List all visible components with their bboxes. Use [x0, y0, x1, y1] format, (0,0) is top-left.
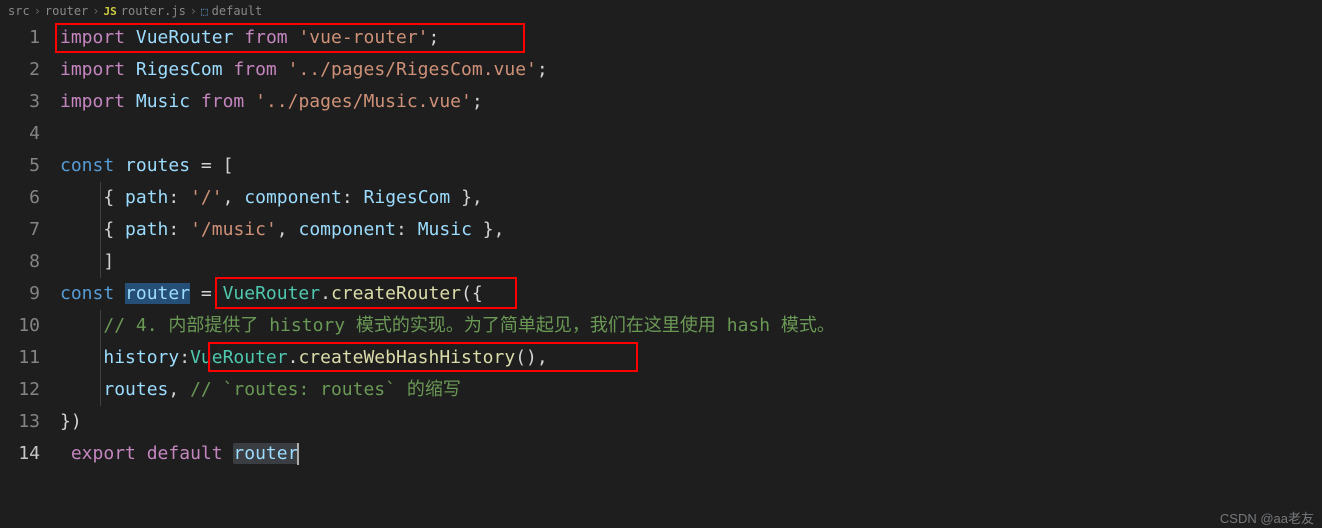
line-number-gutter: 1 2 3 4 5 6 7 8 9 10 11 12 13 14 [0, 22, 60, 470]
code-line[interactable]: const router = VueRouter.createRouter({ [60, 278, 1322, 310]
code-line[interactable]: const routes = [ [60, 150, 1322, 182]
watermark: CSDN @aa老友 [1220, 508, 1314, 527]
code-line[interactable] [60, 118, 1322, 150]
symbol-icon: ⬚ [201, 5, 208, 18]
code-line[interactable]: // 4. 内部提供了 history 模式的实现。为了简单起见，我们在这里使用… [60, 310, 1322, 342]
code-editor[interactable]: 1 2 3 4 5 6 7 8 9 10 11 12 13 14 import … [0, 22, 1322, 470]
chevron-right-icon: › [92, 4, 99, 18]
code-line[interactable]: { path: '/', component: RigesCom }, [60, 182, 1322, 214]
breadcrumb[interactable]: src › router › JS router.js › ⬚ default [0, 0, 1322, 22]
code-line[interactable]: ] [60, 246, 1322, 278]
code-content[interactable]: import VueRouter from 'vue-router'; impo… [60, 22, 1322, 470]
breadcrumb-src[interactable]: src [8, 4, 30, 18]
line-number: 4 [0, 118, 40, 150]
code-line[interactable]: import RigesCom from '../pages/RigesCom.… [60, 54, 1322, 86]
line-number: 7 [0, 214, 40, 246]
line-number: 12 [0, 374, 40, 406]
text-cursor [297, 443, 299, 465]
breadcrumb-symbol[interactable]: default [212, 4, 263, 18]
line-number: 14 [0, 438, 40, 470]
line-number: 5 [0, 150, 40, 182]
code-line[interactable]: }) [60, 406, 1322, 438]
code-line[interactable]: routes, // `routes: routes` 的缩写 [60, 374, 1322, 406]
js-file-icon: JS [104, 5, 117, 18]
code-line[interactable]: history:VueRouter.createWebHashHistory()… [60, 342, 1322, 374]
line-number: 1 [0, 22, 40, 54]
chevron-right-icon: › [34, 4, 41, 18]
line-number: 8 [0, 246, 40, 278]
line-number: 9 [0, 278, 40, 310]
breadcrumb-file[interactable]: router.js [121, 4, 186, 18]
line-number: 6 [0, 182, 40, 214]
code-line[interactable]: export default router [60, 438, 1322, 470]
line-number: 13 [0, 406, 40, 438]
code-line[interactable]: import Music from '../pages/Music.vue'; [60, 86, 1322, 118]
line-number: 11 [0, 342, 40, 374]
code-line[interactable]: import VueRouter from 'vue-router'; [60, 22, 1322, 54]
breadcrumb-router[interactable]: router [45, 4, 88, 18]
line-number: 10 [0, 310, 40, 342]
line-number: 2 [0, 54, 40, 86]
code-line[interactable]: { path: '/music', component: Music }, [60, 214, 1322, 246]
chevron-right-icon: › [190, 4, 197, 18]
line-number: 3 [0, 86, 40, 118]
